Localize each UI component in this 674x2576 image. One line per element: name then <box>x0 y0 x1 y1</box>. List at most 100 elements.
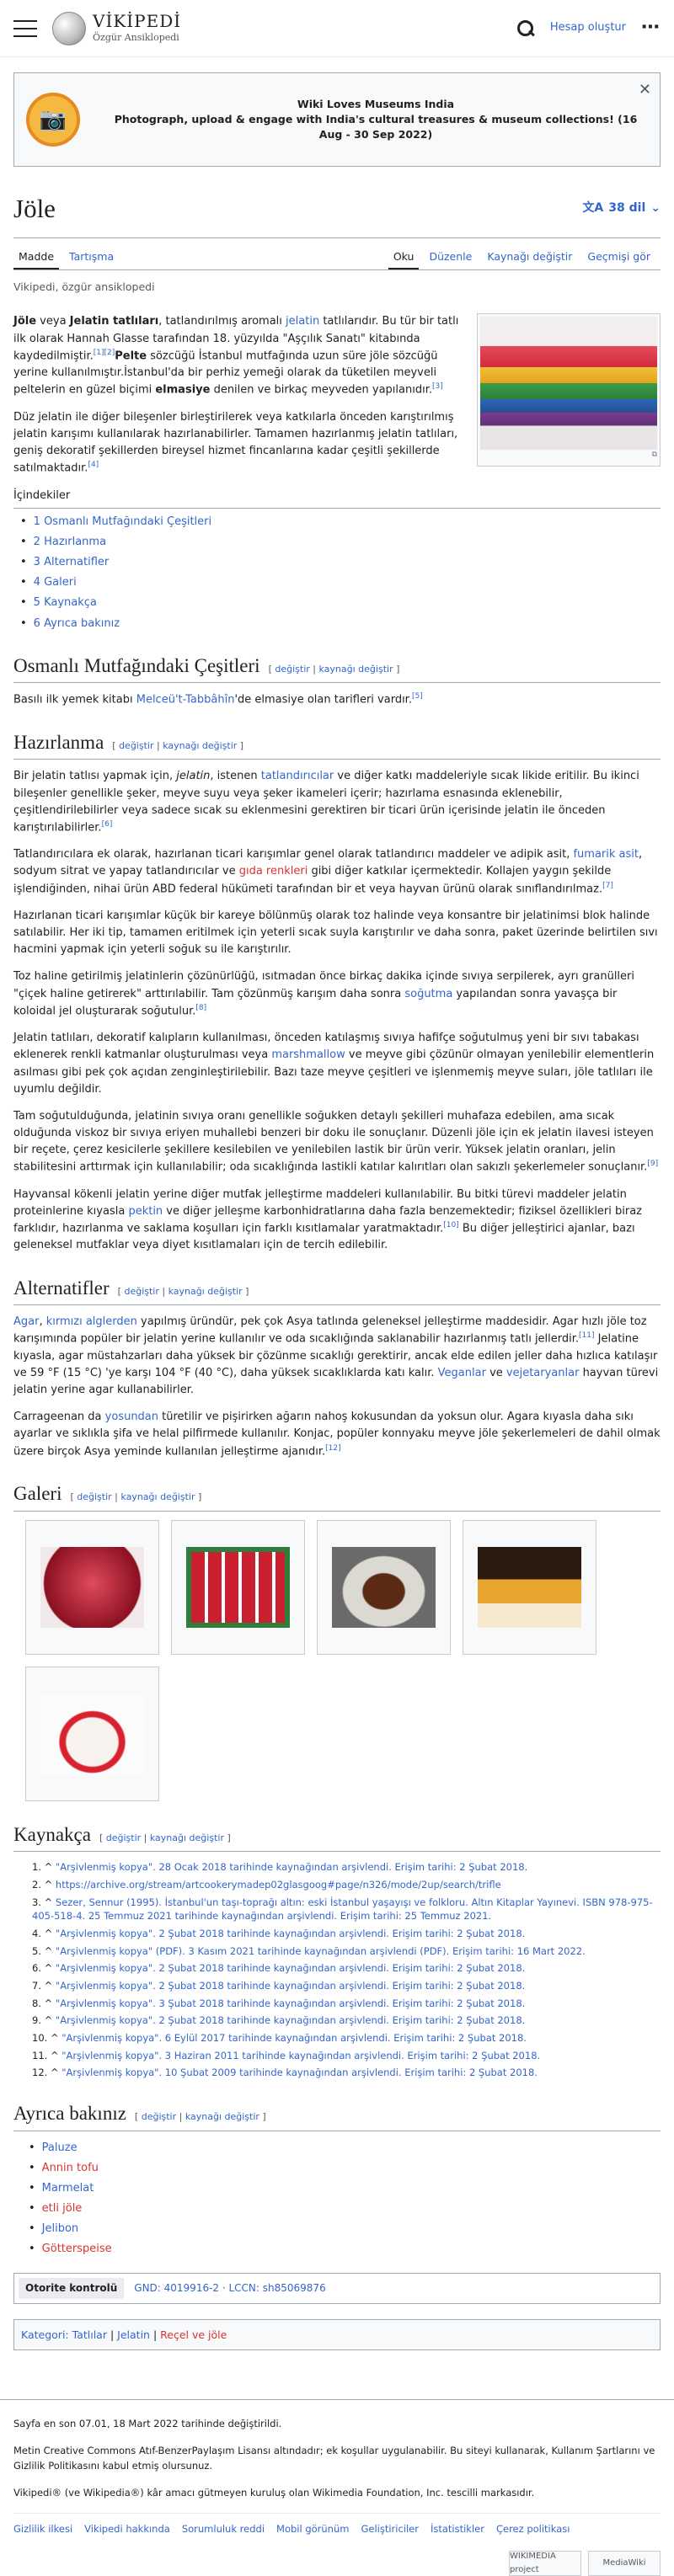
paragraph: Tam soğutulduğunda, jelatinin sıvıya ora… <box>13 1109 659 1174</box>
more-icon[interactable]: ⋯ <box>641 13 661 42</box>
gallery-image[interactable] <box>186 1546 290 1628</box>
see-also-link[interactable]: Annin tofu <box>42 2162 99 2174</box>
menu-icon[interactable] <box>13 19 37 37</box>
link[interactable]: yosundan <box>105 1411 158 1423</box>
gallery-image[interactable] <box>40 1693 144 1774</box>
edit-source-link[interactable]: kaynağı değiştir <box>150 1832 224 1843</box>
footer-link[interactable]: Gizlilik ilkesi <box>13 2522 72 2537</box>
link[interactable]: fumarik asit <box>573 848 639 861</box>
create-account-link[interactable]: Hesap oluştur <box>550 19 626 36</box>
authority-ids[interactable]: GND: 4019916-2 · LCCN: sh85069876 <box>134 2280 325 2296</box>
edit-link[interactable]: değiştir <box>142 2111 176 2122</box>
edit-source-link[interactable]: kaynağı değiştir <box>185 2111 259 2122</box>
site-logo[interactable]: VİKİPEDİ Özgür Ansiklopedi <box>52 11 181 45</box>
edit-link[interactable]: değiştir <box>106 1832 141 1843</box>
chevron-down-icon: ⌄ <box>650 201 661 216</box>
language-button[interactable]: 文A 38 dil ⌄ <box>582 200 661 218</box>
gallery-item[interactable] <box>317 1519 451 1655</box>
reference-text[interactable]: https://archive.org/stream/artcookerymad… <box>56 1879 501 1891</box>
magnify-icon[interactable]: ⧉ <box>480 450 657 463</box>
see-also-link[interactable]: Marmelat <box>42 2182 94 2195</box>
reference-item: 1. ^ "Arşivlenmiş kopya". 28 Ocak 2018 t… <box>32 1861 528 1874</box>
footer-link[interactable]: Geliştiriciler <box>361 2522 419 2537</box>
toc-item[interactable]: 1 Osmanlı Mutfağındaki Çeşitleri <box>34 515 211 528</box>
banner-subtitle[interactable]: Photograph, upload & engage with India's… <box>104 112 648 142</box>
reference-text[interactable]: "Arşivlenmiş kopya". 10 Şubat 2009 tarih… <box>62 2067 538 2078</box>
reference-text[interactable]: "Arşivlenmiş kopya". 2 Şubat 2018 tarihi… <box>56 1962 525 1974</box>
gallery-item[interactable] <box>171 1519 305 1655</box>
paragraph: Hazırlanan ticari karışımlar küçük bir k… <box>13 909 658 957</box>
reference-text[interactable]: "Arşivlenmiş kopya". 3 Şubat 2018 tarihi… <box>56 1997 525 2009</box>
category-link[interactable]: Tatlılar <box>72 2328 107 2341</box>
category-link[interactable]: Reçel ve jöle <box>160 2328 227 2341</box>
edit-link[interactable]: değiştir <box>124 1286 158 1297</box>
tab-edit-source[interactable]: Kaynağı değiştir <box>482 248 577 269</box>
wikimedia-badge[interactable]: WIKIMEDIA project <box>509 2550 581 2576</box>
edit-source-link[interactable]: kaynağı değiştir <box>163 740 237 751</box>
reference-text[interactable]: "Arşivlenmiş kopya". 2 Şubat 2018 tarihi… <box>56 1980 525 1992</box>
footer-link[interactable]: İstatistikler <box>431 2522 484 2537</box>
page-title: Jöle <box>13 194 56 223</box>
edit-source-link[interactable]: kaynağı değiştir <box>120 1491 195 1502</box>
tab-article[interactable]: Madde <box>13 248 60 270</box>
category-links: Kategori: Tatlılar | Jelatin | Reçel ve … <box>13 2319 661 2351</box>
link[interactable]: vejetaryanlar <box>506 1367 580 1379</box>
link[interactable]: Agar <box>13 1315 39 1328</box>
link-jelatin[interactable]: jelatin <box>286 315 319 328</box>
footer-link[interactable]: Çerez politikası <box>496 2522 570 2537</box>
tab-talk[interactable]: Tartışma <box>64 248 119 269</box>
tab-history[interactable]: Geçmişi gör <box>582 248 655 269</box>
reference-text[interactable]: "Arşivlenmiş kopya". 2 Şubat 2018 tarihi… <box>56 1928 525 1939</box>
reference-text[interactable]: "Arşivlenmiş kopya". 3 Haziran 2011 tari… <box>62 2050 540 2061</box>
edit-source-link[interactable]: kaynağı değiştir <box>319 664 393 675</box>
reference-text[interactable]: "Arşivlenmiş kopya". 28 Ocak 2018 tarihi… <box>56 1861 527 1873</box>
footer-link[interactable]: Sorumluluk reddi <box>182 2522 265 2537</box>
link[interactable]: Veganlar <box>438 1367 486 1379</box>
link[interactable]: kırmızı alglerden <box>46 1315 137 1328</box>
search-icon[interactable] <box>516 19 535 38</box>
toc-item[interactable]: 6 Ayrıca bakınız <box>34 617 120 630</box>
see-also-link[interactable]: etli jöle <box>42 2202 83 2215</box>
authority-label[interactable]: Otorite kontrolü <box>19 2278 125 2300</box>
edit-link[interactable]: değiştir <box>275 664 309 675</box>
reference-text[interactable]: "Arşivlenmiş kopya" (PDF). 3 Kasım 2021 … <box>56 1945 586 1957</box>
layered-jelly-image[interactable] <box>480 317 657 451</box>
footer-link[interactable]: Mobil görünüm <box>276 2522 349 2537</box>
banner-title[interactable]: Wiki Loves Museums India <box>104 97 648 112</box>
link[interactable]: Melceü't-Tabbâhîn <box>136 694 235 707</box>
gallery-item[interactable] <box>25 1519 159 1655</box>
close-icon[interactable]: ✕ <box>639 78 651 102</box>
gallery-item[interactable] <box>25 1666 159 1801</box>
see-also-link[interactable]: Götterspeise <box>42 2243 112 2255</box>
reference-item: 11. ^ "Arşivlenmiş kopya". 3 Haziran 201… <box>32 2049 541 2061</box>
lead-image[interactable]: ⧉ <box>477 313 661 467</box>
footer-link[interactable]: Vikipedi hakkında <box>84 2522 170 2537</box>
trademark-text: Vikipedi® (ve Wikipedia®) kâr amacı gütm… <box>13 2486 535 2499</box>
toc-item[interactable]: 2 Hazırlanma <box>34 536 106 548</box>
gallery-image[interactable] <box>332 1546 436 1628</box>
category-label[interactable]: Kategori: <box>21 2328 69 2341</box>
link[interactable]: soğutma <box>404 988 452 1000</box>
edit-source-link[interactable]: kaynağı değiştir <box>168 1286 243 1297</box>
gallery-image[interactable] <box>478 1546 581 1628</box>
link[interactable]: tatlandırıcılar <box>261 770 334 782</box>
category-link[interactable]: Jelatin <box>117 2328 150 2341</box>
toc-item[interactable]: 5 Kaynakça <box>34 596 97 609</box>
gallery-item[interactable] <box>463 1519 596 1655</box>
tab-read[interactable]: Oku <box>388 248 420 270</box>
toc-item[interactable]: 3 Alternatifler <box>34 556 110 568</box>
see-also-link[interactable]: Paluze <box>42 2141 78 2154</box>
reference-text[interactable]: Sezer, Sennur (1995). İstanbul'un taşı-t… <box>32 1896 653 1923</box>
see-also-link[interactable]: Jelibon <box>42 2222 79 2235</box>
mediawiki-badge[interactable]: MediaWiki <box>588 2550 661 2576</box>
tab-edit[interactable]: Düzenle <box>424 248 477 269</box>
gallery-image[interactable] <box>40 1546 144 1628</box>
paragraph: Bir jelatin tatlısı yapmak için, jelatin… <box>13 770 639 835</box>
edit-link[interactable]: değiştir <box>119 740 153 751</box>
edit-link[interactable]: değiştir <box>77 1491 111 1502</box>
link[interactable]: pektin <box>128 1205 163 1218</box>
reference-text[interactable]: "Arşivlenmiş kopya". 2 Şubat 2018 tarihi… <box>56 2014 525 2026</box>
toc-item[interactable]: 4 Galeri <box>34 576 77 589</box>
reference-text[interactable]: "Arşivlenmiş kopya". 6 Eylül 2017 tarihi… <box>62 2032 527 2044</box>
link[interactable]: marshmallow <box>271 1048 345 1061</box>
